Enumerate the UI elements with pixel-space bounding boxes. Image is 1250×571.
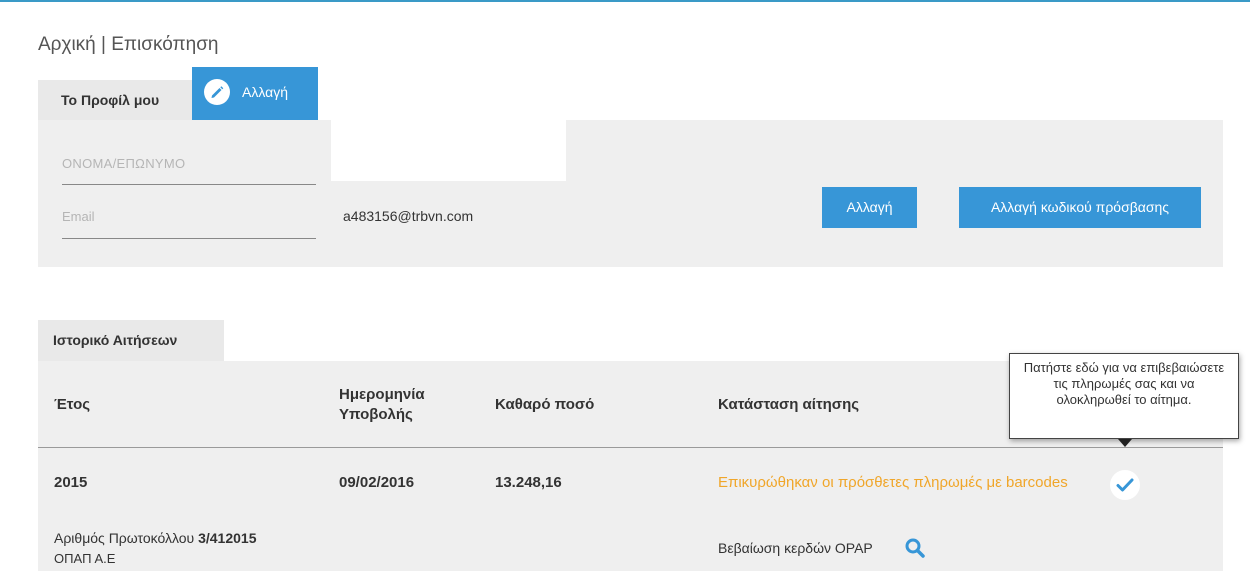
change-password-button[interactable]: Αλλαγή κωδικού πρόσβασης: [959, 187, 1201, 228]
column-header-date-line1: Ημερομηνία: [339, 386, 425, 403]
row-status: Επικυρώθηκαν οι πρόσθετες πληρωμές με ba…: [718, 474, 1068, 491]
change-email-button[interactable]: Αλλαγή: [822, 187, 917, 228]
column-header-status: Κατάσταση αίτησης: [718, 396, 860, 413]
profile-panel-notch: [331, 120, 566, 181]
row-net-amount: 13.248,16: [495, 474, 562, 491]
name-field[interactable]: ΟΝΟΜΑ/ΕΠΩΝΥΜΟ: [62, 152, 316, 185]
search-icon[interactable]: [904, 537, 926, 564]
tooltip-arrow: [1118, 439, 1132, 447]
edit-profile-tab[interactable]: Αλλαγή: [192, 67, 318, 120]
column-header-year: Έτος: [54, 396, 91, 413]
row-submission-date: 09/02/2016: [339, 474, 415, 491]
column-header-net-amount: Καθαρό ποσό: [495, 396, 595, 413]
protocol-label: Αριθμός Πρωτοκόλλου: [54, 530, 195, 546]
email-value: a483156@trbvn.com: [343, 208, 474, 224]
column-header-date-line2: Υποβολής: [339, 406, 413, 423]
tab-my-profile[interactable]: Το Προφίλ μου: [38, 80, 192, 120]
protocol-info: Αριθμός Πρωτοκόλλου 3/412015: [54, 530, 257, 546]
edit-profile-label: Αλλαγή: [242, 84, 289, 100]
pencil-icon: [204, 79, 230, 105]
organization-name: ΟΠΑΠ Α.Ε: [54, 551, 116, 566]
breadcrumb: Αρχική | Επισκόπηση: [38, 34, 219, 55]
protocol-number: 3/412015: [198, 530, 257, 546]
check-icon[interactable]: [1110, 470, 1140, 500]
winnings-certificate-label: Βεβαίωση κερδών OPAP: [718, 540, 873, 556]
email-field[interactable]: Email: [62, 206, 316, 239]
confirm-payments-tooltip: Πατήστε εδώ για να επιβεβαιώσετε τις πλη…: [1009, 353, 1239, 439]
row-year: 2015: [54, 474, 88, 491]
column-header-submission-date: Ημερομηνία Υποβολής: [339, 385, 425, 425]
tab-application-history[interactable]: Ιστορικό Αιτήσεων: [38, 320, 224, 361]
top-accent-line: [0, 0, 1250, 2]
table-header-divider: [38, 447, 1223, 448]
